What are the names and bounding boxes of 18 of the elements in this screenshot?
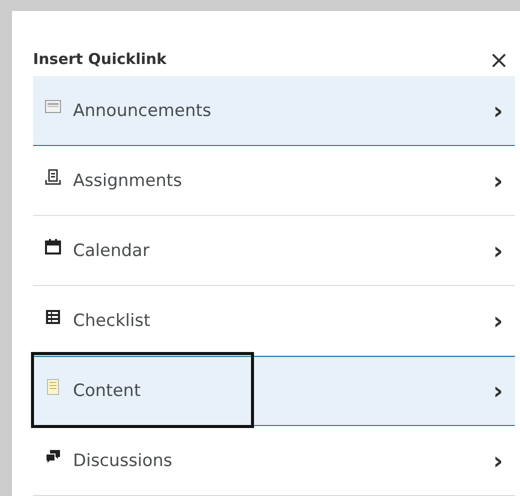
quicklink-item[interactable]: Calendar ›	[33, 216, 515, 286]
close-button[interactable]: ×	[488, 48, 515, 76]
chevron-icon: ›	[493, 168, 503, 192]
chevron-icon: ›	[493, 379, 503, 403]
quicklink-item[interactable]: Discussions ›	[33, 426, 515, 496]
chevron-icon: ›	[493, 98, 503, 122]
chat-icon	[45, 448, 61, 464]
dialog-title: Insert Quicklink	[33, 50, 167, 70]
chevron-icon: ›	[493, 238, 503, 262]
quicklink-item[interactable]: Announcements ›	[33, 76, 515, 146]
note-icon	[45, 379, 61, 395]
window-icon	[45, 98, 61, 114]
list-icon	[45, 308, 61, 324]
calendar-icon	[45, 238, 61, 254]
chevron-icon: ›	[493, 308, 503, 332]
tray-document-icon	[45, 168, 61, 184]
chevron-icon: ›	[493, 448, 503, 472]
quicklink-item[interactable]: Assignments ›	[33, 146, 515, 216]
